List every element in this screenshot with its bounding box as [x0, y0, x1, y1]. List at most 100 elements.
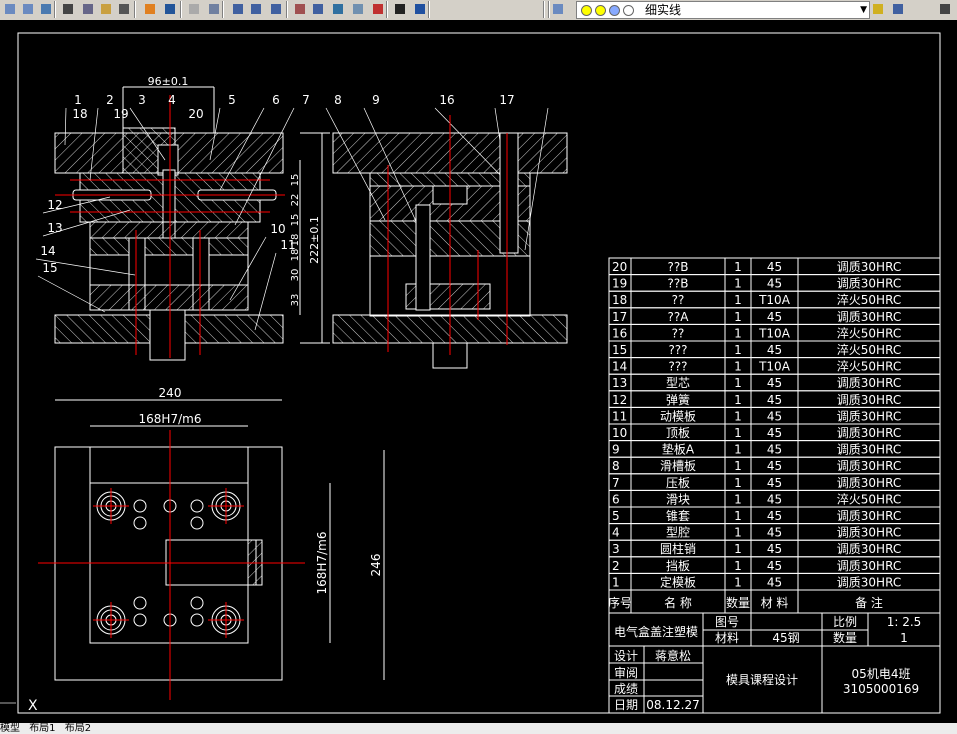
- bom-material: 45: [767, 443, 782, 457]
- bom-name: 动模板: [660, 409, 696, 423]
- bom-note: 调质30HRC: [837, 559, 901, 573]
- tab-layout2[interactable]: 布局2: [65, 723, 91, 734]
- layout-tabs: 模型 布局1 布局2: [0, 723, 957, 734]
- bom-name: 型芯: [666, 376, 690, 390]
- help-icon[interactable]: [412, 1, 428, 17]
- markup-icon[interactable]: [370, 1, 386, 17]
- bom-note: 淬火50HRC: [837, 292, 901, 307]
- design-center-icon[interactable]: [310, 1, 326, 17]
- dim-top-width: 96±0.1: [148, 75, 189, 88]
- bom-note: 淬火50HRC: [837, 325, 901, 340]
- toolbar-separator: [386, 1, 388, 18]
- project-title: 模具课程设计: [726, 672, 798, 687]
- bom-note: 调质30HRC: [837, 260, 901, 274]
- bom-material: 45: [767, 343, 782, 357]
- layer-on-icon[interactable]: [581, 5, 592, 16]
- layer-manager-icon[interactable]: [550, 1, 566, 17]
- bom-no: 10: [612, 426, 627, 440]
- part-balloon: 13: [47, 221, 62, 235]
- standard-toolbar: 细实线 ▼: [0, 0, 957, 21]
- part-balloon: 16: [439, 93, 454, 107]
- text-style-icon[interactable]: [937, 1, 953, 17]
- match-properties-icon[interactable]: [116, 1, 132, 17]
- bom-note: 调质30HRC: [837, 376, 901, 390]
- bom-note: 淬火50HRC: [837, 359, 901, 374]
- bom-note: 调质30HRC: [837, 476, 901, 490]
- layer-lock-icon[interactable]: [609, 5, 620, 16]
- dim-stack: 30: [290, 269, 301, 282]
- layer-color-icon[interactable]: [623, 5, 634, 16]
- layer-freeze-icon[interactable]: [595, 5, 606, 16]
- bom-no: 18: [612, 293, 627, 307]
- copy-icon[interactable]: [80, 1, 96, 17]
- pan-icon[interactable]: [2, 1, 18, 17]
- dim-height: 222±0.1: [308, 216, 321, 264]
- bom-material: 45: [767, 393, 782, 407]
- tab-layout1[interactable]: 布局1: [29, 723, 55, 734]
- plot-icon[interactable]: [20, 1, 36, 17]
- chevron-down-icon[interactable]: ▼: [860, 2, 867, 18]
- bom-no: 3: [612, 542, 620, 556]
- bom-qty: 1: [734, 492, 742, 506]
- undo-icon[interactable]: [162, 1, 178, 17]
- bom-note: 调质30HRC: [837, 509, 901, 523]
- bom-note: 调质30HRC: [837, 575, 901, 589]
- bom-material: T10A: [758, 326, 791, 340]
- sheet-set-icon[interactable]: [350, 1, 366, 17]
- cut-icon[interactable]: [60, 1, 76, 17]
- bom-note: 调质30HRC: [837, 459, 901, 473]
- part-name: 电气盒盖注塑模: [614, 624, 698, 639]
- bom-name: 型腔: [666, 525, 690, 540]
- bom-material: T10A: [758, 293, 791, 307]
- part-balloon: 7: [302, 93, 310, 107]
- dim-plan-width: 240: [159, 386, 182, 400]
- layer-dropdown[interactable]: 细实线 ▼: [576, 1, 870, 19]
- drawing-canvas[interactable]: 96±0.1 222±0.1 15221518183033 1 2 3 4 5 6 718 1…: [0, 20, 957, 724]
- zoom-window-icon[interactable]: [248, 1, 264, 17]
- bom-no: 2: [612, 559, 620, 573]
- toolbar-separator: [428, 1, 430, 18]
- bom-qty: 1: [734, 293, 742, 307]
- zoom-realtime-icon[interactable]: [230, 1, 246, 17]
- layer-previous-icon[interactable]: [890, 1, 906, 17]
- realtime-pan-icon[interactable]: [206, 1, 222, 17]
- part-balloon: 15: [42, 261, 57, 275]
- bom-note: 淬火50HRC: [837, 342, 901, 357]
- label-material: 材料: [715, 631, 739, 645]
- bom-material: 45: [767, 426, 782, 440]
- part-balloon: 2: [106, 93, 114, 107]
- paste-icon[interactable]: [98, 1, 114, 17]
- bom-qty: 1: [734, 509, 742, 523]
- browser-icon[interactable]: [38, 1, 54, 17]
- bom-qty: 1: [734, 343, 742, 357]
- bom-note: 调质30HRC: [837, 426, 901, 440]
- bom-name: 垫板A: [662, 442, 695, 457]
- label-drawing-no: 图号: [715, 615, 739, 629]
- block-icon[interactable]: [142, 1, 158, 17]
- bom-note: 调质30HRC: [837, 542, 901, 556]
- class-name: 05机电4班: [852, 667, 911, 681]
- part-balloon: 5: [228, 93, 236, 107]
- toolbar-separator: [222, 1, 224, 18]
- calculator-icon[interactable]: [392, 1, 408, 17]
- bom-header: 名 称: [664, 595, 692, 610]
- part-balloon: 9: [372, 93, 380, 107]
- dim-stack: 22: [290, 194, 301, 207]
- bom-qty: 1: [734, 393, 742, 407]
- quantity-value: 1: [900, 631, 908, 645]
- material-value: 45钢: [772, 631, 799, 645]
- bom-no: 16: [612, 326, 627, 340]
- properties-icon[interactable]: [292, 1, 308, 17]
- redo-icon[interactable]: [186, 1, 202, 17]
- bom-note: 调质30HRC: [837, 526, 901, 540]
- tool-palettes-icon[interactable]: [330, 1, 346, 17]
- tab-model[interactable]: 模型: [0, 723, 20, 734]
- zoom-previous-icon[interactable]: [268, 1, 284, 17]
- bom-name: ???: [668, 343, 687, 357]
- bom-material: 45: [767, 559, 782, 573]
- bom-qty: 1: [734, 376, 742, 390]
- bom-no: 7: [612, 476, 620, 490]
- make-current-layer-icon[interactable]: [870, 1, 886, 17]
- bom-no: 14: [612, 360, 627, 374]
- bom-material: 45: [767, 260, 782, 274]
